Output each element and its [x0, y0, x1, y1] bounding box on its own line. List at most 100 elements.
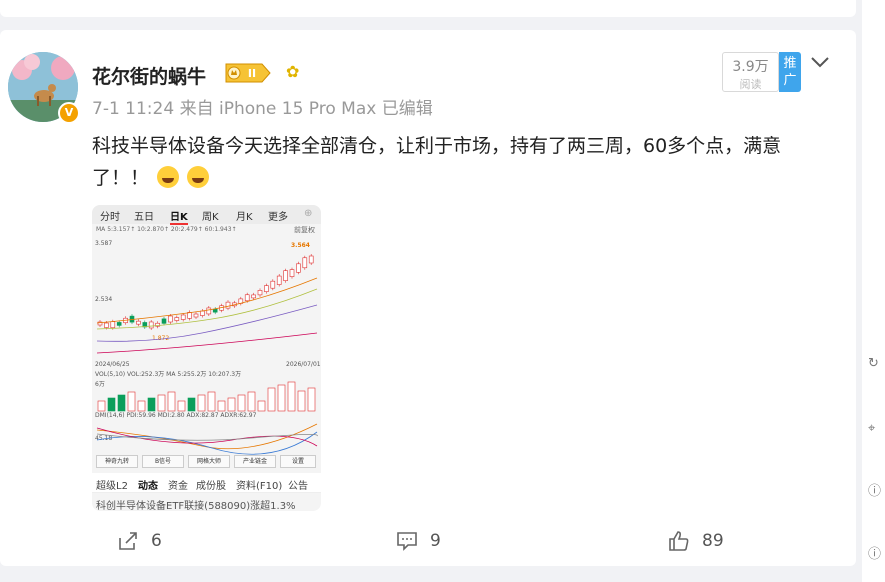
candle — [161, 318, 167, 324]
candle — [225, 301, 231, 309]
action-bar: 6 9 89 — [0, 528, 856, 554]
chart-top-nav: 分时 五日 日K 周K 月K 更多 ⊕ — [92, 205, 321, 225]
chart-tool-buttons: 神奇九转 B信号 网格大师 产业链金 设置 — [92, 455, 321, 469]
zoom-icon: ⊕ — [304, 208, 313, 219]
avatar[interactable]: V — [8, 52, 80, 124]
volume-bar — [207, 391, 216, 412]
candle — [289, 269, 295, 277]
candle — [174, 317, 180, 321]
info-icon-2[interactable]: ⓘ — [868, 546, 885, 563]
share-count: 6 — [151, 531, 162, 551]
tool-button-chain: 产业链金 — [234, 455, 276, 468]
candle — [206, 307, 212, 315]
nav-tab-weekly: 周K — [202, 212, 219, 223]
stock-chart-screenshot[interactable]: 分时 五日 日K 周K 月K 更多 ⊕ MA 5:3.157↑ 10:2.870… — [92, 205, 321, 511]
volume-bar — [297, 390, 306, 412]
volume-bar — [247, 391, 256, 412]
volume-bar — [127, 391, 136, 412]
comment-count: 9 — [430, 531, 441, 551]
post-body: 科技半导体设备今天选择全部清仓，让利于市场，持有了两三周，60多个点，满意了！！ — [92, 130, 832, 194]
tool-button-nine: 神奇九转 — [96, 455, 138, 468]
views-counter: 3.9万 阅读 — [722, 52, 779, 92]
right-sidebar-strip: ↻ ⌖ ⓘ ⓘ — [862, 0, 885, 582]
post-meta: 7-1 11:24 来自 iPhone 15 Pro Max 已编辑 — [92, 99, 433, 119]
post-card: V 花尔街的蜗牛 II ✿ 7-1 11:24 来自 iPhone 15 Pro… — [0, 30, 856, 566]
candle — [308, 255, 314, 264]
bottom-tab-f10: 资料(F10) — [236, 481, 283, 492]
promote-label[interactable]: 推广 — [779, 55, 801, 89]
volume-chart — [97, 381, 316, 412]
laughing-emoji-icon — [157, 166, 180, 188]
candle — [104, 322, 109, 328]
candle — [148, 321, 154, 329]
views-label: 阅读 — [739, 78, 762, 91]
candle — [270, 280, 276, 289]
candle — [283, 270, 288, 281]
volume-bar — [167, 391, 176, 412]
candle — [264, 285, 269, 292]
candle — [212, 308, 218, 313]
tool-button-grid: 网格大师 — [188, 455, 230, 468]
candle — [296, 263, 301, 273]
bottom-tabs: 超级L2 动态 资金 成份股 资料(F10) 公告 — [92, 473, 321, 493]
dmi-chart — [96, 423, 318, 455]
candlestick-chart — [96, 254, 318, 354]
candle — [276, 275, 282, 285]
vip-badge-icon[interactable]: II — [222, 62, 274, 84]
thumbs-up-icon — [669, 531, 689, 551]
candle — [251, 294, 256, 299]
bottom-tab-funds: 资金 — [168, 481, 188, 492]
candle — [244, 294, 250, 302]
laughing-emoji-icon — [187, 166, 210, 188]
candle — [193, 313, 199, 318]
volume-bar — [237, 394, 246, 412]
promote-label-char[interactable]: 广 — [779, 72, 801, 89]
views-count: 3.9万 — [732, 59, 769, 75]
nav-tab-more: 更多 — [268, 212, 288, 223]
volume-bar — [307, 387, 316, 412]
previous-post-card — [0, 0, 856, 17]
candle — [257, 290, 263, 296]
comment-icon — [397, 532, 417, 551]
nav-tab-minute: 分时 — [100, 212, 120, 223]
promote-label-char[interactable]: 推 — [779, 55, 801, 72]
promote-button[interactable]: 推广 — [779, 52, 801, 92]
username[interactable]: 花尔街的蜗牛 — [92, 62, 206, 89]
nav-tab-5day: 五日 — [134, 212, 154, 223]
refresh-icon[interactable]: ↻ — [868, 355, 885, 372]
candle — [136, 320, 141, 325]
like-count: 89 — [702, 531, 724, 551]
sunflower-icon: ✿ — [286, 62, 300, 81]
volume-bar — [157, 394, 166, 412]
bottom-tab-l2: 超级L2 — [96, 481, 128, 492]
vip-level-text: II — [248, 67, 256, 80]
verified-badge-icon: V — [58, 102, 80, 124]
candle — [110, 321, 116, 329]
comment-button[interactable]: 9 — [396, 528, 441, 554]
share-button[interactable]: 6 — [117, 528, 162, 554]
candle — [302, 257, 308, 269]
nav-tab-daily: 日K — [170, 208, 188, 225]
chevron-down-icon[interactable] — [808, 52, 832, 72]
candle — [200, 310, 205, 316]
volume-bar — [267, 387, 276, 412]
tag-icon[interactable]: ⌖ — [868, 420, 885, 437]
bottom-tab-components: 成份股 — [196, 481, 226, 492]
volume-bar — [117, 394, 126, 412]
ma-legend: MA 5:3.157↑ 10:2.870↑ 20:2.479↑ 60:1.943… — [96, 226, 237, 233]
candle — [116, 322, 122, 326]
share-icon — [119, 532, 137, 550]
like-button[interactable]: 89 — [668, 528, 724, 554]
nav-tab-monthly: 月K — [236, 212, 253, 223]
cutoff-headline: 科创半导体设备ETF联接(588090)涨超1.3% — [96, 501, 296, 511]
volume-bar — [197, 394, 206, 412]
volume-bar — [287, 381, 296, 412]
bottom-tab-announcement: 公告 — [288, 481, 308, 492]
candle — [180, 314, 186, 320]
volume-bar — [277, 384, 286, 412]
bottom-tab-news: 动态 — [138, 481, 158, 492]
candle — [168, 315, 173, 323]
info-icon[interactable]: ⓘ — [868, 483, 885, 500]
tool-button-settings: 设置 — [280, 455, 316, 468]
tool-button-b-signal: B信号 — [142, 455, 184, 468]
